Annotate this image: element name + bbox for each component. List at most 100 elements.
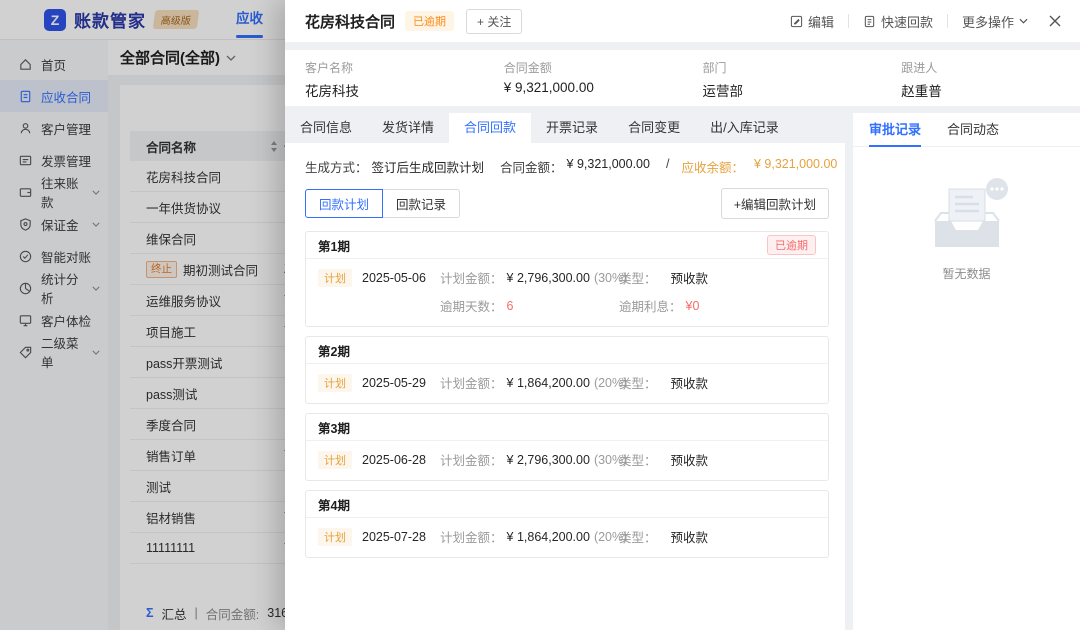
tab-contract-info[interactable]: 合同信息 xyxy=(285,113,367,143)
tab-approval-records[interactable]: 审批记录 xyxy=(869,113,921,146)
type-label: 类型： xyxy=(619,527,657,546)
field-value: 运营部 xyxy=(703,80,882,100)
overdue-interest-label: 逾期利息： xyxy=(619,296,682,315)
quick-collect-label: 快速回款 xyxy=(881,12,933,31)
contract-amount-value: ¥ 9,321,000.00 xyxy=(567,157,650,176)
plan-amount-label: 计划金额： xyxy=(440,527,503,546)
plan-amount-value: ¥ 1,864,200.00 xyxy=(507,376,590,390)
plan-amount-value: ¥ 2,796,300.00 xyxy=(507,271,590,285)
plan-tag: 计划 xyxy=(318,374,352,392)
empty-state: 暂无数据 xyxy=(853,173,1080,282)
type-value: 预收款 xyxy=(671,268,709,287)
follow-button[interactable]: + 关注 xyxy=(466,9,522,34)
field-label: 跟进人 xyxy=(901,59,1080,76)
field-value: 赵重普 xyxy=(901,80,1080,100)
quick-collect-button[interactable]: 快速回款 xyxy=(863,12,933,31)
tab-contract-activity[interactable]: 合同动态 xyxy=(947,113,999,146)
period-title: 第2期 xyxy=(318,341,350,360)
period-card-4: 第4期 计划 2025-07-28 计划金额： ¥ 1,864,200.00 (… xyxy=(305,490,829,558)
quick-collect-icon xyxy=(863,15,876,28)
field-value: 花房科技 xyxy=(305,80,484,100)
more-actions-button[interactable]: 更多操作 xyxy=(962,12,1028,31)
more-actions-label: 更多操作 xyxy=(962,12,1014,31)
plan-tag: 计划 xyxy=(318,269,352,287)
plan-tag: 计划 xyxy=(318,528,352,546)
edit-label: 编辑 xyxy=(808,12,834,31)
plan-date: 2025-07-28 xyxy=(362,530,426,544)
drawer-tabs: 合同信息 发货详情 合同回款 开票记录 合同变更 出/入库记录 xyxy=(285,113,845,143)
plan-amount-label: 计划金额： xyxy=(440,268,503,287)
chevron-down-icon xyxy=(1019,18,1028,24)
tab-invoice-records[interactable]: 开票记录 xyxy=(531,113,613,143)
period-card-header: 第2期 xyxy=(306,337,828,364)
gen-method-label: 生成方式： xyxy=(305,157,368,176)
plan-date: 2025-05-06 xyxy=(362,271,426,285)
repayment-plan-toggle[interactable]: 回款计划 xyxy=(305,189,383,218)
period-card-header: 第3期 xyxy=(306,414,828,441)
slash-separator: / xyxy=(666,157,669,176)
tab-contract-repayment[interactable]: 合同回款 xyxy=(449,113,531,143)
type-value: 预收款 xyxy=(671,373,709,392)
period-cards: 第1期 已逾期 计划 2025-05-06 计划金额： ¥ 2,796,300.… xyxy=(305,231,829,558)
overdue-status-badge: 已逾期 xyxy=(405,11,454,31)
plan-amount-value: ¥ 1,864,200.00 xyxy=(507,530,590,544)
period-card-body: 计划 2025-05-06 计划金额： ¥ 2,796,300.00 (30%)… xyxy=(306,259,828,326)
period-card-header: 第1期 已逾期 xyxy=(306,232,828,259)
repayment-records-toggle[interactable]: 回款记录 xyxy=(383,189,460,218)
field-label: 合同金额 xyxy=(504,59,683,76)
close-icon[interactable] xyxy=(1048,14,1062,28)
period-card-body: 计划 2025-07-28 计划金额： ¥ 1,864,200.00 (20%)… xyxy=(306,518,828,557)
approval-panel: 审批记录 合同动态 暂无数据 xyxy=(853,113,1080,630)
type-label: 类型： xyxy=(619,450,657,469)
period-card-header: 第4期 xyxy=(306,491,828,518)
overdue-badge: 已逾期 xyxy=(767,235,816,255)
approval-panel-tabs: 审批记录 合同动态 xyxy=(853,113,1080,147)
edit-icon xyxy=(790,15,803,28)
plan-tag: 计划 xyxy=(318,451,352,469)
empty-inbox-icon xyxy=(911,173,1023,257)
view-toggle: 回款计划 回款记录 xyxy=(305,189,460,218)
gen-method-value: 签订后生成回款计划 xyxy=(372,157,485,176)
plan-date: 2025-05-29 xyxy=(362,376,426,390)
plan-amount-label: 计划金额： xyxy=(440,450,503,469)
contract-amount-label: 合同金额： xyxy=(500,157,563,176)
tab-shipping-details[interactable]: 发货详情 xyxy=(367,113,449,143)
period-title: 第4期 xyxy=(318,495,350,514)
type-value: 预收款 xyxy=(671,527,709,546)
period-card-body: 计划 2025-06-28 计划金额： ¥ 2,796,300.00 (30%)… xyxy=(306,441,828,480)
tab-inout-records[interactable]: 出/入库记录 xyxy=(695,113,794,143)
plan-amount-value: ¥ 2,796,300.00 xyxy=(507,453,590,467)
period-card-1: 第1期 已逾期 计划 2025-05-06 计划金额： ¥ 2,796,300.… xyxy=(305,231,829,327)
tab-contract-changes[interactable]: 合同变更 xyxy=(613,113,695,143)
repayment-panel: 生成方式： 签订后生成回款计划 合同金额： ¥ 9,321,000.00 / 应… xyxy=(285,143,845,630)
plan-date: 2025-06-28 xyxy=(362,453,426,467)
plan-amount-label: 计划金额： xyxy=(440,373,503,392)
summary-field-customer: 客户名称 花房科技 xyxy=(285,50,484,106)
drawer-actions: 编辑 快速回款 更多操作 xyxy=(790,12,1062,31)
overdue-days-value: 6 xyxy=(507,299,514,313)
period-card-3: 第3期 计划 2025-06-28 计划金额： ¥ 2,796,300.00 (… xyxy=(305,413,829,481)
type-label: 类型： xyxy=(619,268,657,287)
field-label: 部门 xyxy=(703,59,882,76)
summary-field-amount: 合同金额 ¥ 9,321,000.00 xyxy=(484,50,683,106)
field-label: 客户名称 xyxy=(305,59,484,76)
summary-field-department: 部门 运营部 xyxy=(683,50,882,106)
drawer-title: 花房科技合同 xyxy=(305,11,395,32)
overdue-interest-value: ¥0 xyxy=(686,299,700,313)
period-title: 第1期 xyxy=(318,236,350,255)
contract-summary: 客户名称 花房科技 合同金额 ¥ 9,321,000.00 部门 运营部 跟进人… xyxy=(285,50,1080,106)
receivable-balance-label: 应收余额： xyxy=(681,157,744,176)
receivable-balance-value: ¥ 9,321,000.00 xyxy=(754,157,837,176)
summary-field-follower: 跟进人 赵重普 xyxy=(881,50,1080,106)
type-label: 类型： xyxy=(619,373,657,392)
period-card-body: 计划 2025-05-29 计划金额： ¥ 1,864,200.00 (20%)… xyxy=(306,364,828,403)
edit-button[interactable]: 编辑 xyxy=(790,12,834,31)
overdue-days-label: 逾期天数： xyxy=(440,296,503,315)
edit-plan-button[interactable]: +编辑回款计划 xyxy=(721,188,829,219)
period-title: 第3期 xyxy=(318,418,350,437)
type-value: 预收款 xyxy=(671,450,709,469)
field-value: ¥ 9,321,000.00 xyxy=(504,80,683,95)
contract-detail-drawer: 花房科技合同 已逾期 + 关注 编辑 快速回款 更多操作 客户名称 花房科技 xyxy=(285,0,1080,630)
plan-toolbar: 回款计划 回款记录 +编辑回款计划 xyxy=(305,188,829,219)
empty-state-text: 暂无数据 xyxy=(942,265,990,282)
